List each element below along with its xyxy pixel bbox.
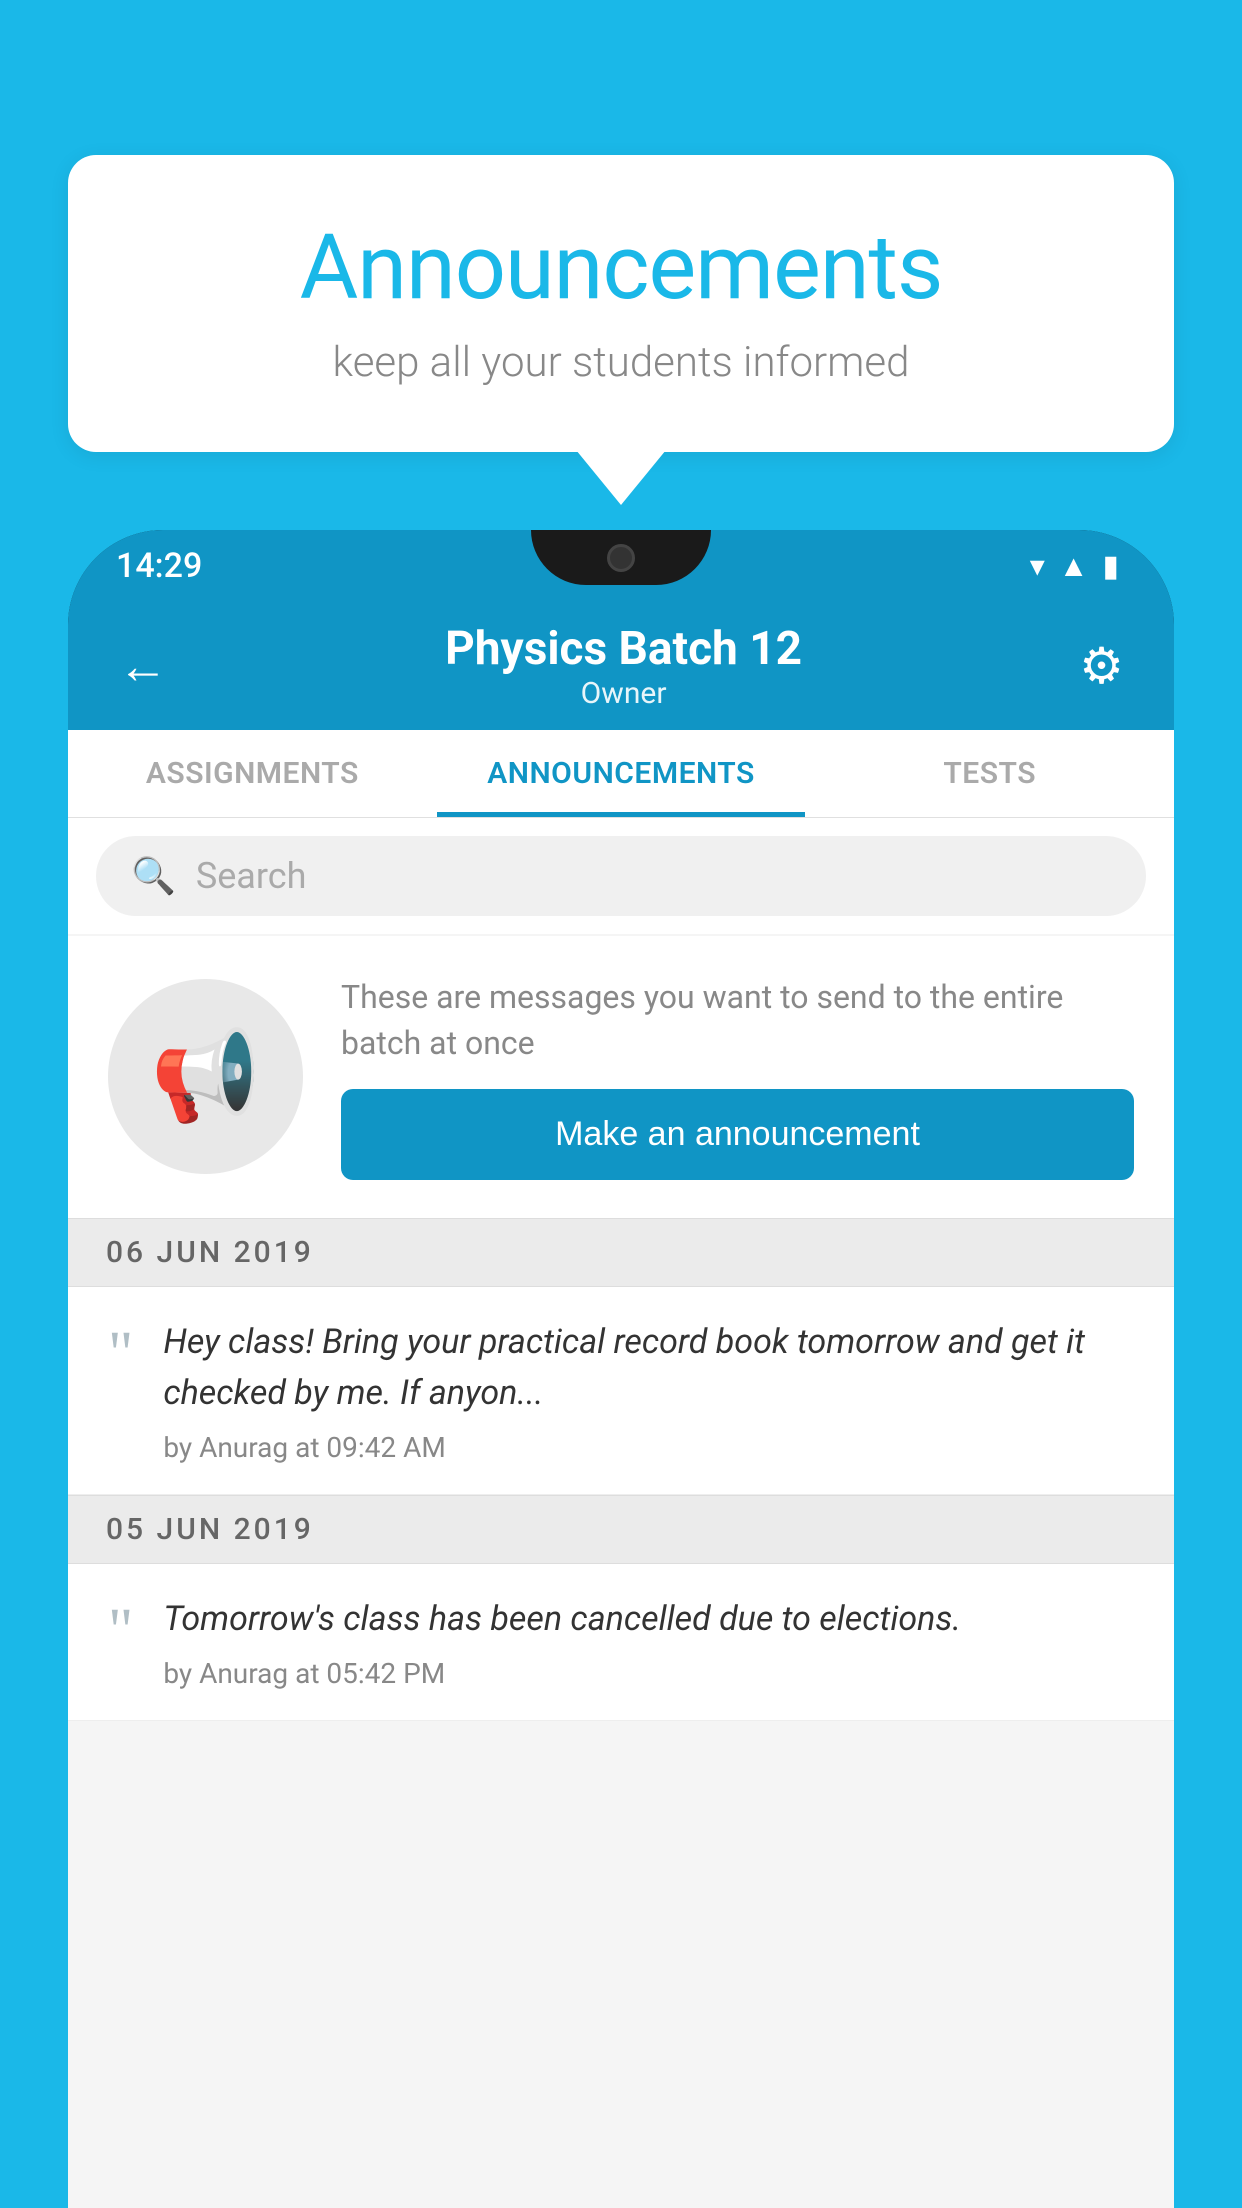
app-header: ← Physics Batch 12 Owner ⚙ [68,602,1174,730]
status-bar: 14:29 ▾ ▲ ▮ [68,530,1174,602]
promo-icon-circle: 📢 [108,979,303,1174]
tab-tests[interactable]: TESTS [805,730,1174,817]
phone-inner: 14:29 ▾ ▲ ▮ ← Physics Batch 12 Owner ⚙ A… [68,530,1174,2208]
signal-icon: ▲ [1059,549,1089,584]
header-center: Physics Batch 12 Owner [445,622,802,711]
phone-body: 🔍 Search 📢 These are messages you want t… [68,818,1174,2208]
promo-right: These are messages you want to send to t… [341,974,1134,1180]
speech-bubble-subtitle: keep all your students informed [148,338,1094,387]
announcement-content-2: Tomorrow's class has been cancelled due … [163,1594,1134,1690]
speech-bubble-wrapper: Announcements keep all your students inf… [68,155,1174,505]
header-subtitle: Owner [445,676,802,711]
camera-lens [607,544,635,572]
date-separator-1: 06 JUN 2019 [68,1218,1174,1287]
date-separator-2: 05 JUN 2019 [68,1495,1174,1564]
speech-bubble-arrow [576,450,666,505]
quote-icon-2: " [108,1600,133,1662]
speech-bubble: Announcements keep all your students inf… [68,155,1174,452]
tab-announcements[interactable]: ANNOUNCEMENTS [437,730,806,817]
battery-icon: ▮ [1102,549,1119,584]
megaphone-icon: 📢 [151,1025,261,1128]
back-button[interactable]: ← [118,637,168,696]
announcement-text-1: Hey class! Bring your practical record b… [163,1317,1134,1419]
phone-notch [531,530,711,585]
tabs-bar: ASSIGNMENTS ANNOUNCEMENTS TESTS [68,730,1174,818]
announcement-item-1[interactable]: " Hey class! Bring your practical record… [68,1287,1174,1495]
search-bar-wrap: 🔍 Search [68,818,1174,934]
make-announcement-button[interactable]: Make an announcement [341,1089,1134,1180]
settings-icon[interactable]: ⚙ [1079,637,1124,696]
announcement-meta-2: by Anurag at 05:42 PM [163,1657,1134,1690]
header-title: Physics Batch 12 [445,622,802,676]
tab-assignments[interactable]: ASSIGNMENTS [68,730,437,817]
promo-description: These are messages you want to send to t… [341,974,1134,1067]
promo-section: 📢 These are messages you want to send to… [68,936,1174,1218]
search-bar[interactable]: 🔍 Search [96,836,1146,916]
status-time: 14:29 [116,546,202,586]
speech-bubble-title: Announcements [148,215,1094,320]
announcement-content-1: Hey class! Bring your practical record b… [163,1317,1134,1464]
quote-icon-1: " [108,1323,133,1385]
announcement-text-2: Tomorrow's class has been cancelled due … [163,1594,1134,1645]
announcement-item-2[interactable]: " Tomorrow's class has been cancelled du… [68,1564,1174,1721]
wifi-icon: ▾ [1030,549,1045,584]
phone-wrapper: 14:29 ▾ ▲ ▮ ← Physics Batch 12 Owner ⚙ A… [68,530,1174,2208]
announcement-meta-1: by Anurag at 09:42 AM [163,1431,1134,1464]
search-icon: 🔍 [131,855,176,897]
search-input[interactable]: Search [196,855,307,897]
status-icons: ▾ ▲ ▮ [1030,549,1119,584]
